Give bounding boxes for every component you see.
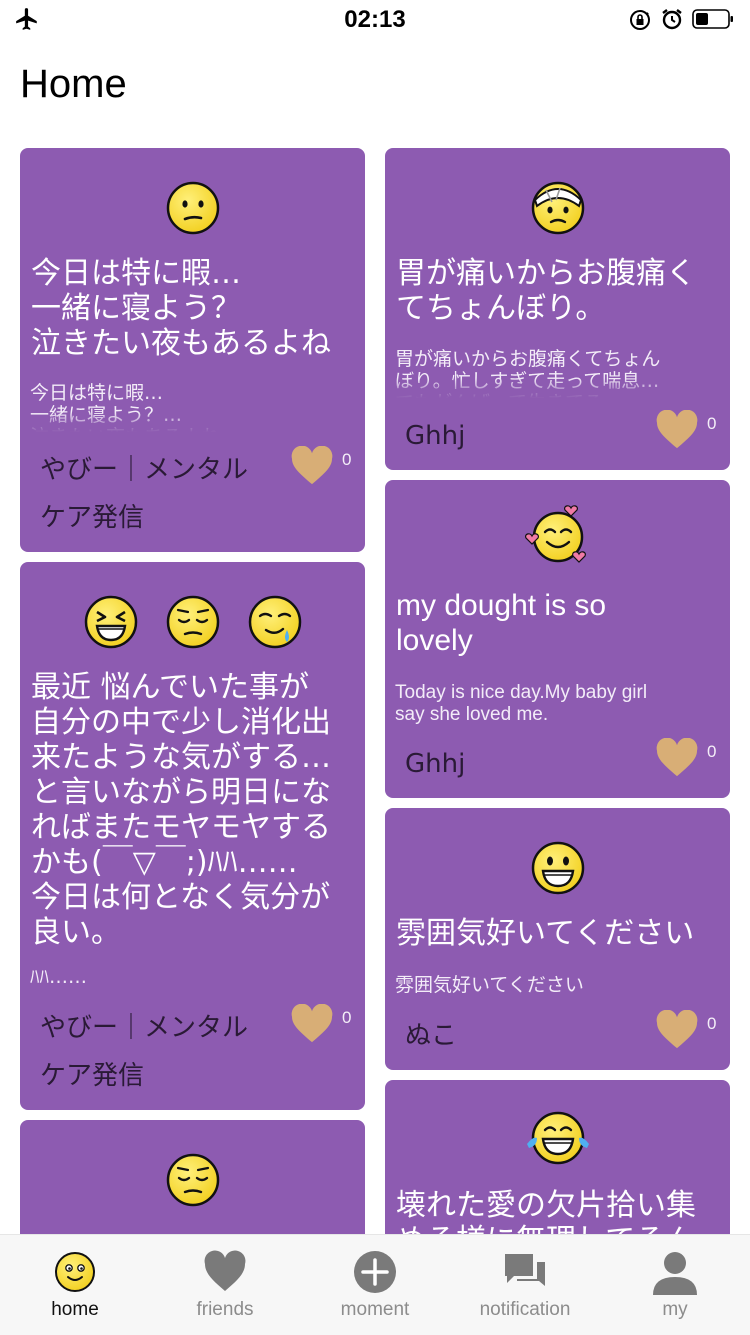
post-author[interactable]: Ghhj <box>405 740 465 788</box>
grinning-face-icon <box>531 841 584 895</box>
post-title: 雰囲気好いてください <box>396 916 695 951</box>
page-title: Home <box>20 62 127 106</box>
post-excerpt: Today is nice day.My baby girl say she l… <box>395 682 648 725</box>
post-card[interactable]: my dought is so lovely Today is nice day… <box>385 480 730 798</box>
post-author[interactable]: Ghhj <box>405 412 465 460</box>
tab-label: moment <box>340 1299 410 1320</box>
like-heart-icon[interactable] <box>290 446 334 486</box>
like-count: 0 <box>342 450 352 469</box>
emoji-row <box>385 840 730 896</box>
like-count: 0 <box>707 742 717 761</box>
tab-home[interactable]: home <box>0 1235 150 1335</box>
post-title: 最近 悩んでいた事が 自分の中で少し消化出 来たような気がする… と言いながら明… <box>31 670 331 950</box>
tab-notification[interactable]: notification <box>450 1235 600 1335</box>
emoji-row <box>385 180 730 236</box>
tab-label: home <box>51 1299 99 1320</box>
post-card[interactable]: 最近 悩んでいた事が 自分の中で少し消化出 来たような気がする… と言いながら明… <box>20 562 365 1110</box>
emoji-row <box>385 1108 730 1170</box>
battery-icon <box>692 9 733 29</box>
plus-circle-icon <box>354 1251 396 1293</box>
heart-icon <box>204 1250 246 1291</box>
tab-my[interactable]: my <box>600 1235 750 1335</box>
post-excerpt: 今日は特に暇… 一緒に寝よう？… 泣きたい夜もあるよね <box>30 382 220 432</box>
home-smiley-icon <box>55 1252 95 1292</box>
bandaged-face-icon <box>531 181 584 235</box>
drooling-face-icon <box>248 595 301 649</box>
smiling-face-with-hearts-icon <box>524 505 586 563</box>
post-title: 今日は特に暇… 一緒に寝よう？ 泣きたい夜もあるよね <box>31 256 331 361</box>
emoji-row <box>20 1152 365 1208</box>
orientation-lock-icon <box>630 10 650 30</box>
post-author[interactable]: やびー｜メンタル ケア発信 <box>40 446 248 542</box>
like-heart-icon[interactable] <box>290 1004 334 1044</box>
tab-friends[interactable]: friends <box>150 1235 300 1335</box>
like-count: 0 <box>707 414 717 433</box>
emoji-row <box>385 502 730 568</box>
relieved-face-icon <box>166 1153 219 1207</box>
post-author[interactable]: やびー｜メンタル ケア発信 <box>40 1004 248 1100</box>
tab-moment[interactable]: moment <box>300 1235 450 1335</box>
tab-label: notification <box>479 1299 571 1320</box>
alarm-icon <box>662 9 682 30</box>
neutral-face-icon <box>166 181 219 235</box>
post-feed[interactable]: 今日は特に暇… 一緒に寝よう？ 泣きたい夜もあるよね 今日は特に暇… 一緒に寝よ… <box>0 148 750 1234</box>
status-bar: 02:13 <box>0 0 750 40</box>
emoji-row <box>20 180 365 236</box>
relieved-face-icon <box>166 595 219 649</box>
post-excerpt: 雰囲気好いてください <box>395 974 584 996</box>
post-card[interactable]: 胃が痛いからお腹痛く てちょんぼり。 胃が痛いからお腹痛くてちょん ぼり。忙しす… <box>385 148 730 470</box>
like-heart-icon[interactable] <box>655 410 699 450</box>
chat-bubbles-icon <box>505 1254 545 1286</box>
emoji-row <box>20 594 365 650</box>
post-card[interactable] <box>20 1120 365 1234</box>
post-title: 胃が痛いからお腹痛く てちょんぼり。 <box>396 256 696 326</box>
person-icon <box>653 1252 697 1295</box>
like-count: 0 <box>342 1008 352 1027</box>
tears-of-joy-face-icon <box>526 1111 589 1165</box>
like-heart-icon[interactable] <box>655 738 699 778</box>
post-excerpt: ﾊﾊ…… <box>30 966 88 988</box>
post-card[interactable]: 今日は特に暇… 一緒に寝よう？ 泣きたい夜もあるよね 今日は特に暇… 一緒に寝よ… <box>20 148 365 552</box>
like-count: 0 <box>707 1014 717 1033</box>
post-excerpt: 胃が痛いからお腹痛くてちょん ぼり。忙しすぎて走って喘息… でもがんばって生きて… <box>395 348 661 398</box>
tab-label: friends <box>196 1299 254 1320</box>
post-title: 壊れた愛の欠片拾い集 める様に無理してるん <box>396 1188 696 1234</box>
post-title: my dought is so lovely <box>396 589 607 657</box>
post-card[interactable]: 壊れた愛の欠片拾い集 める様に無理してるん <box>385 1080 730 1234</box>
tab-label: my <box>662 1299 688 1320</box>
grinning-squint-face-icon <box>84 595 137 649</box>
post-card[interactable]: 雰囲気好いてください 雰囲気好いてください ぬこ 0 <box>385 808 730 1070</box>
post-author[interactable]: ぬこ <box>405 1012 457 1060</box>
tab-bar: home friends moment notification my <box>0 1234 750 1335</box>
like-heart-icon[interactable] <box>655 1010 699 1050</box>
